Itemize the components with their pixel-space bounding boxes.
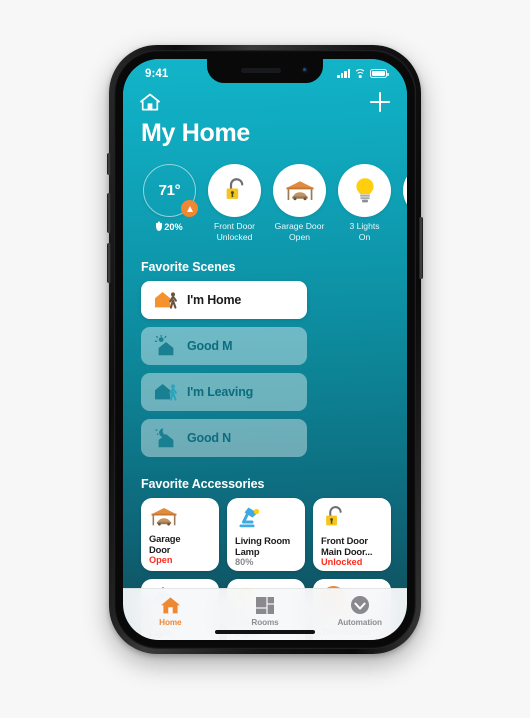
status-tile-climate[interactable]: 71° 20% xyxy=(143,164,198,242)
status-tile-label: Kitch xyxy=(403,221,407,232)
lightbulb-icon xyxy=(338,164,391,217)
tab-label: Home xyxy=(159,618,182,627)
accessory-state: Unlocked xyxy=(321,557,363,567)
accessory-name: Living Room Lamp xyxy=(235,535,291,557)
status-tiles-row[interactable]: 71° 20% Front Door Unlocked Garage Door … xyxy=(123,148,407,242)
up-arrow-icon xyxy=(181,200,198,217)
nav-bar xyxy=(123,87,407,117)
wifi-icon xyxy=(354,69,366,78)
status-tile-lights[interactable]: 3 Lights On xyxy=(338,164,391,242)
kitchen-light-icon xyxy=(403,164,407,217)
phone-bezel: 9:41 My Home 71° 20% Front Door Unlocked… xyxy=(114,50,416,649)
status-tile-garage-door[interactable]: Garage Door Open xyxy=(273,164,326,242)
climate-humidity: 20% xyxy=(143,220,196,232)
status-tile-label: Front Door Unlocked xyxy=(213,221,256,242)
house-filled-icon xyxy=(123,594,218,616)
favorite-scenes-section: Favorite Scenes I'm Home Good M I'm Leav… xyxy=(123,260,407,457)
tab-automation[interactable]: Automation xyxy=(312,594,407,627)
tab-rooms[interactable]: Rooms xyxy=(218,594,313,627)
climate-temperature: 71° xyxy=(158,182,181,199)
favorite-scenes-grid: I'm Home Good M I'm Leaving Good N xyxy=(123,281,407,457)
status-bar-time: 9:41 xyxy=(145,67,169,80)
moon-house-icon xyxy=(153,427,179,449)
status-bar-indicators xyxy=(337,69,389,78)
house-walking-icon xyxy=(153,289,179,311)
unlocked-padlock-icon xyxy=(321,505,384,531)
phone-frame: 9:41 My Home 71° 20% Front Door Unlocked… xyxy=(107,45,423,654)
sun-house-icon xyxy=(153,334,179,357)
house-icon[interactable] xyxy=(140,93,160,111)
app-content: My Home 71° 20% Front Door Unlocked Gara… xyxy=(123,117,407,640)
home-indicator[interactable] xyxy=(215,630,315,634)
status-tile-label: Garage Door Open xyxy=(274,221,325,242)
page-title: My Home xyxy=(141,119,251,147)
house-walking-icon xyxy=(153,381,179,403)
humidity-value: 20% xyxy=(164,222,183,232)
favorite-scenes-title: Favorite Scenes xyxy=(141,260,236,274)
scene-label: Good M xyxy=(187,339,233,353)
unlocked-padlock-icon xyxy=(208,164,261,217)
status-tile-front-door[interactable]: Front Door Unlocked xyxy=(208,164,261,242)
battery-icon xyxy=(370,69,389,78)
power-button[interactable] xyxy=(419,217,423,279)
plus-icon[interactable] xyxy=(370,92,390,112)
clock-check-icon xyxy=(312,594,407,616)
scene-im-home[interactable]: I'm Home xyxy=(141,281,307,319)
earpiece-speaker xyxy=(241,68,281,73)
scene-good-morning[interactable]: Good M xyxy=(141,327,307,365)
front-camera-icon xyxy=(301,66,309,74)
rooms-grid-icon xyxy=(218,594,313,616)
scene-label: I'm Leaving xyxy=(187,385,254,399)
phone-screen: 9:41 My Home 71° 20% Front Door Unlocked… xyxy=(123,59,407,640)
accessory-state: 80% xyxy=(235,557,254,567)
status-tile-label: 3 Lights On xyxy=(349,221,380,242)
scene-good-night[interactable]: Good N xyxy=(141,419,307,457)
scene-im-leaving[interactable]: I'm Leaving xyxy=(141,373,307,411)
accessory-front-door[interactable]: Front Door Main Door... Unlocked xyxy=(313,498,391,571)
humidity-drop-icon xyxy=(156,220,163,231)
volume-up-button[interactable] xyxy=(107,193,111,233)
silent-switch[interactable] xyxy=(107,153,111,175)
tab-home[interactable]: Home xyxy=(123,594,218,627)
garage-icon xyxy=(273,164,326,217)
screenshot-root: 9:41 My Home 71° 20% Front Door Unlocked… xyxy=(0,0,530,718)
accessory-name: Front Door Main Door... xyxy=(321,535,373,557)
notch xyxy=(207,59,323,83)
favorite-accessories-title: Favorite Accessories xyxy=(141,477,265,491)
status-tile-kitchen[interactable]: Kitch xyxy=(403,164,407,242)
accessory-garage-door[interactable]: Garage Door Open xyxy=(141,498,219,571)
scene-label: Good N xyxy=(187,431,231,445)
accessory-state: Open xyxy=(149,555,173,565)
garage-icon xyxy=(149,505,212,529)
scene-label: I'm Home xyxy=(187,293,242,307)
accessory-living-room-lamp[interactable]: Living Room Lamp 80% xyxy=(227,498,305,571)
desk-lamp-icon xyxy=(235,505,298,531)
thermostat-ring-icon: 71° xyxy=(143,164,198,217)
tab-label: Automation xyxy=(337,618,382,627)
cellular-signal-icon xyxy=(337,69,350,78)
tab-label: Rooms xyxy=(251,618,279,627)
accessory-name: Garage Door xyxy=(149,533,181,555)
volume-down-button[interactable] xyxy=(107,243,111,283)
